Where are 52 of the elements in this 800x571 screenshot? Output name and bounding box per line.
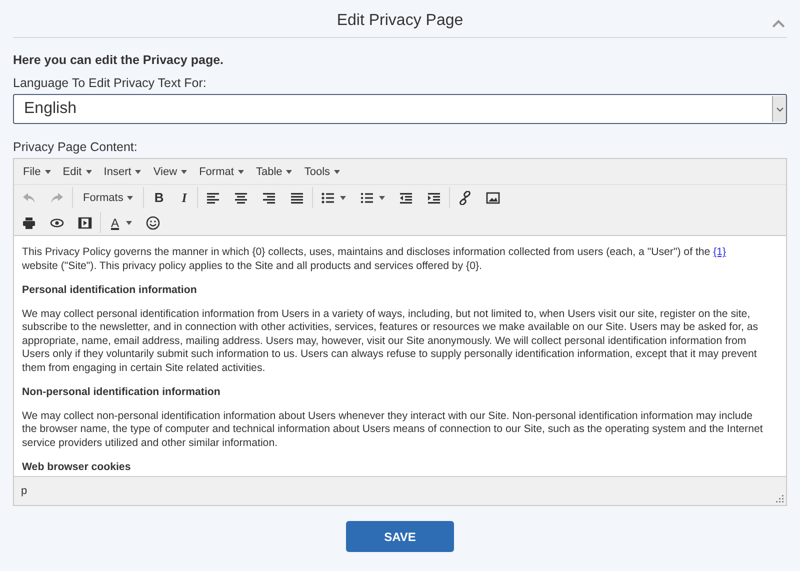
eye-icon[interactable]: [50, 218, 64, 228]
film-icon[interactable]: [78, 216, 92, 228]
bullet-list-icon[interactable]: [320, 192, 335, 204]
caret-icon: [127, 196, 134, 200]
indent-icon[interactable]: [426, 192, 441, 204]
content-paragraph: We may collect non-personal identification information about Users whenever they interact with our Site. Non-personal identification information may include the browser name, the type of computer and technical information about Users means of connection to our Site, such as the operating system and the Internet service providers utilized and other similar information.: [22, 410, 764, 450]
bold-button[interactable]: B: [152, 190, 166, 205]
menu-item[interactable]: File: [18, 164, 56, 180]
intro-text: Here you can edit the Privacy page.: [13, 53, 224, 67]
align-center-icon[interactable]: [234, 192, 248, 204]
caret-icon[interactable]: [378, 196, 385, 200]
numbered-list-icon[interactable]: [360, 192, 374, 204]
align-right-icon[interactable]: [262, 192, 276, 204]
caret-icon: [181, 170, 188, 174]
menu-item[interactable]: Insert: [98, 164, 146, 180]
justify-icon[interactable]: [290, 192, 304, 204]
caret-icon: [238, 170, 244, 174]
language-select[interactable]: English: [13, 94, 787, 124]
menu-item[interactable]: Tools: [299, 164, 346, 180]
content-heading: Personal identification information: [22, 284, 198, 297]
field-label: Language To Edit Privacy Text For:: [13, 76, 208, 90]
menu-item[interactable]: Format: [194, 164, 249, 180]
caret-icon: [86, 170, 92, 174]
save-button[interactable]: SAVE: [346, 521, 454, 552]
print-icon[interactable]: [22, 216, 36, 228]
menu-item[interactable]: Edit: [58, 164, 97, 180]
text-color-button[interactable]: A: [109, 216, 122, 230]
element-path: p: [21, 485, 28, 497]
caret-icon[interactable]: [126, 220, 132, 224]
outdent-icon[interactable]: [398, 192, 413, 204]
caret-icon[interactable]: [340, 196, 346, 200]
collapse-chevron-icon[interactable]: [772, 19, 785, 28]
placeholder-link[interactable]: {1}: [713, 246, 726, 258]
caret-icon: [334, 170, 340, 174]
caret-icon: [135, 170, 142, 174]
image-icon[interactable]: [486, 192, 500, 204]
smiley-icon[interactable]: [146, 216, 160, 230]
content-paragraph: This Privacy Policy governs the manner in which {0} collects, uses, maintains and discloses information collected from users (each, a "User") of the {1} website ("Site"). This privacy policy applies to the Site and all products and services offered by {0}.: [22, 246, 728, 273]
caret-icon: [44, 170, 51, 174]
content-heading: Non-personal identification information: [22, 386, 222, 399]
italic-button[interactable]: I: [180, 190, 189, 206]
align-left-icon[interactable]: [206, 192, 220, 204]
section-title: Edit Privacy Page: [336, 11, 464, 30]
menu-item[interactable]: Table: [250, 164, 298, 180]
content-paragraph: We may collect personal identification information from Users in a variety of ways, including, but not limited to, when Users visit our site, register on the site, subscribe to the newsletter, and in connection with other activities, services, features or resources we make available on our Site. Users may be asked for, as appropriate, name, email address, mailing address. Users may, however, visit our Site anonymously. We will collect personal identification information from Users only if they voluntarily submit such information to us. Users can always refuse to supply personally identification information, except that it may prevent them from engaging in certain Site related activities.: [22, 308, 760, 375]
resize-grip-icon[interactable]: [776, 495, 784, 503]
menu-item[interactable]: View: [148, 164, 192, 180]
link-icon[interactable]: [458, 190, 472, 204]
field-label: Privacy Page Content:: [13, 140, 138, 154]
caret-icon: [286, 170, 292, 174]
formats-dropdown[interactable]: Formats: [81, 192, 136, 204]
content-heading: Web browser cookies: [22, 460, 132, 474]
